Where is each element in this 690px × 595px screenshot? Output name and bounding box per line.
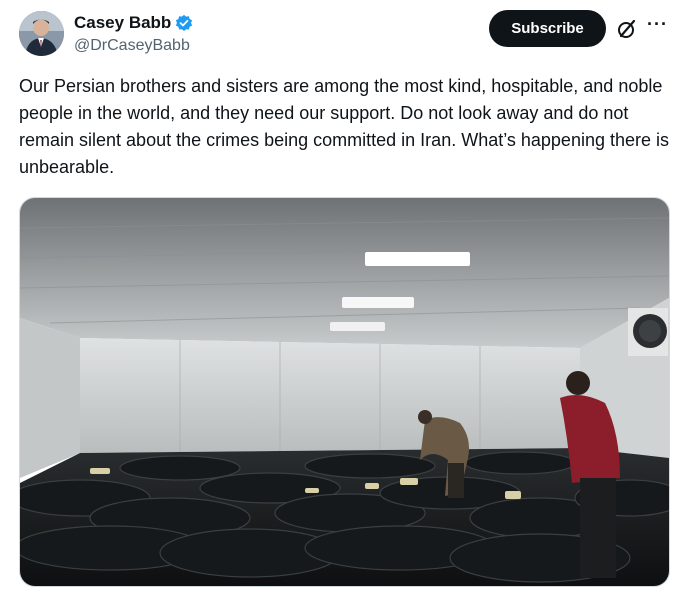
more-horizontal-icon[interactable]: ··· (647, 14, 668, 35)
display-name[interactable]: Casey Babb (74, 13, 171, 33)
avatar[interactable] (19, 11, 64, 56)
morgue-photo-image (20, 198, 669, 586)
tweet-text: Our Persian brothers and sisters are amo… (19, 76, 670, 177)
author-name-row[interactable]: Casey Babb (74, 13, 193, 33)
verified-badge-icon (176, 14, 193, 32)
grok-slash-circle-icon[interactable] (616, 18, 638, 40)
tweet-photo[interactable] (19, 197, 670, 587)
subscribe-button[interactable]: Subscribe (489, 10, 606, 47)
author-handle[interactable]: @DrCaseyBabb (74, 37, 190, 55)
